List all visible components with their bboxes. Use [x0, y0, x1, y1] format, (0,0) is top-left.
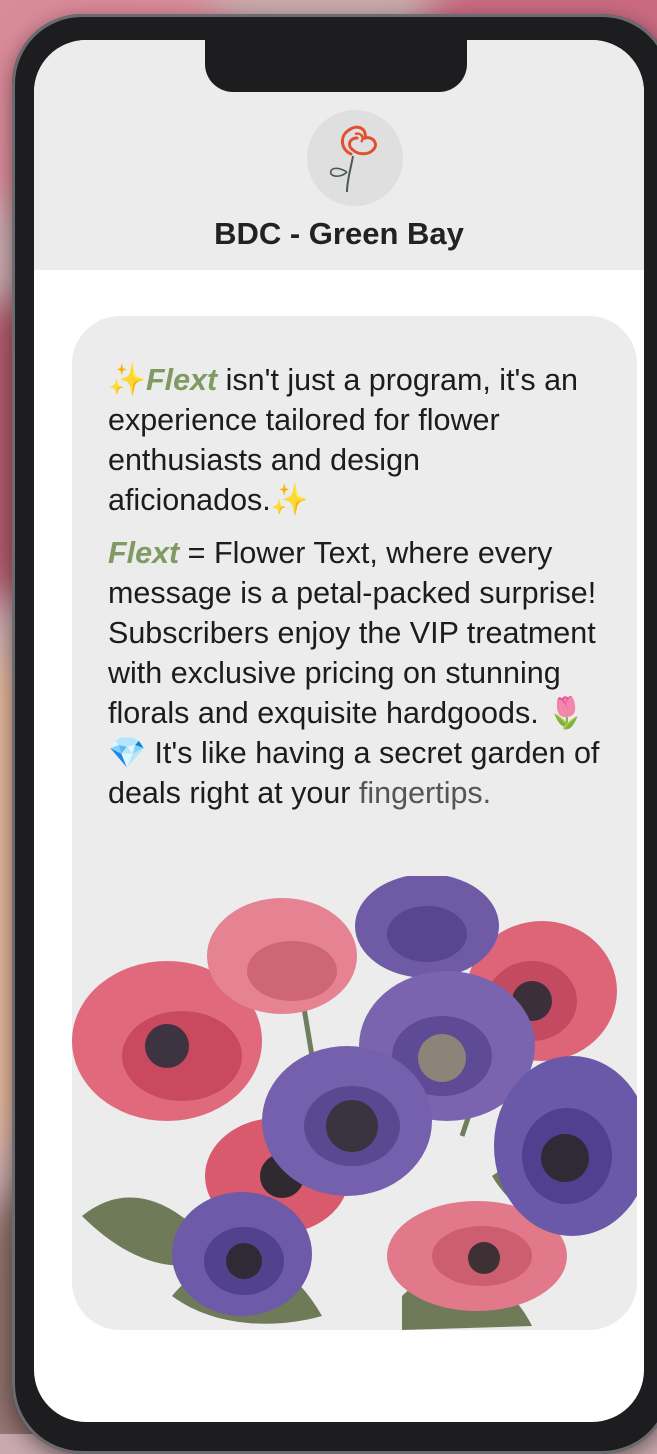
phone-frame: BDC - Green Bay ✨Flext isn't just a prog…	[12, 14, 657, 1454]
phone-notch	[205, 40, 467, 92]
sparkles-emoji: ✨	[270, 483, 309, 517]
brand-name: Flext	[145, 363, 218, 397]
phone-screen: BDC - Green Bay ✨Flext isn't just a prog…	[34, 40, 644, 1422]
anemone-bouquet-photo[interactable]	[72, 876, 637, 1330]
contact-name: BDC - Green Bay	[214, 216, 464, 251]
brand-name: Flext	[108, 536, 180, 570]
contact-avatar[interactable]	[307, 110, 403, 206]
message-text: ✨Flext isn't just a program, it's an exp…	[108, 360, 608, 826]
message-bubble[interactable]: ✨Flext isn't just a program, it's an exp…	[72, 316, 637, 1330]
sparkles-emoji: ✨	[108, 363, 146, 397]
message-paragraph-2: Flext = Flower Text, where every message…	[108, 536, 600, 810]
red-flower-logo-icon	[329, 125, 377, 193]
message-paragraph-1: ✨Flext isn't just a program, it's an exp…	[108, 363, 579, 517]
